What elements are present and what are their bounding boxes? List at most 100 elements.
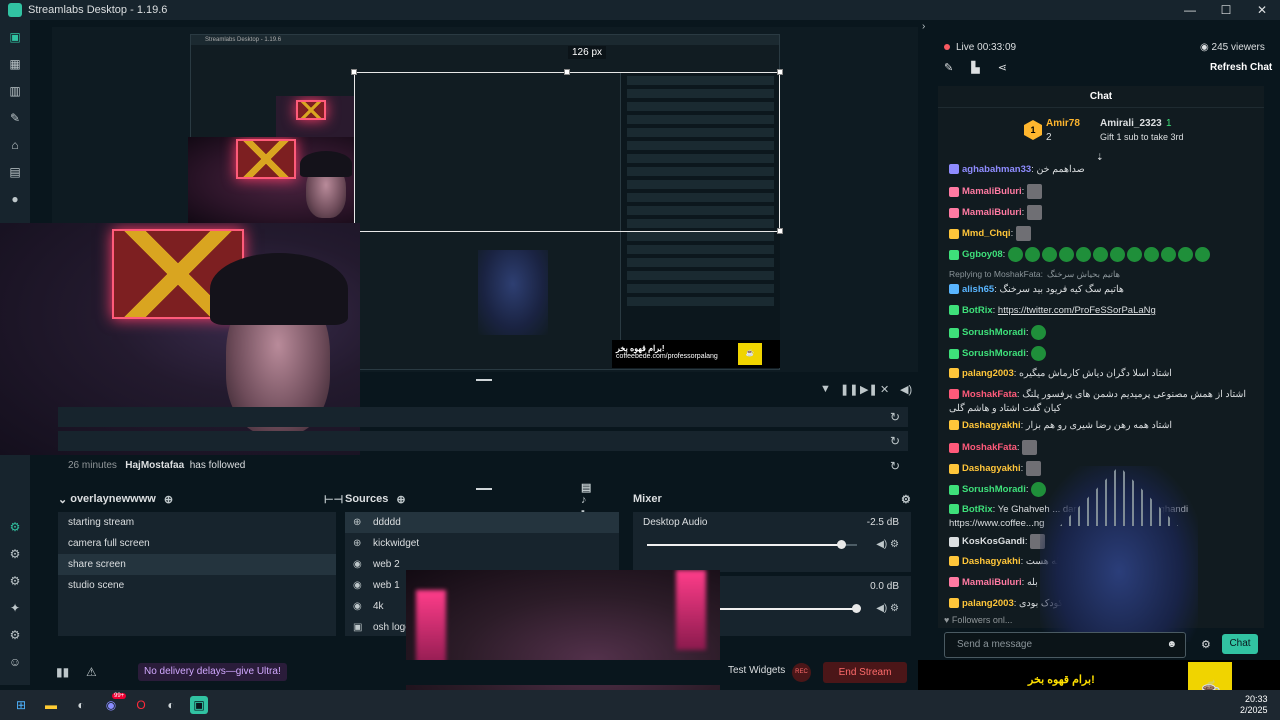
live-label: Live — [956, 42, 975, 53]
refresh-chat-button[interactable]: Refresh Chat — [1210, 62, 1272, 73]
webcam-icon: ◉ — [353, 559, 362, 570]
tools-icon[interactable]: ✦ — [0, 595, 30, 622]
card-icon[interactable]: ▙ — [971, 61, 979, 74]
stats-icon[interactable]: ▮▮ — [56, 665, 69, 679]
windows-icon[interactable]: ⊞ — [12, 696, 30, 714]
chat-username[interactable]: aghabahman33 — [962, 164, 1031, 175]
transitions-icon[interactable]: ⊢⊣ — [324, 493, 343, 506]
share-icon[interactable]: ⋖ — [998, 61, 1007, 74]
user-icon[interactable]: ☺ — [0, 649, 30, 676]
chat-message: aghabahman33: صداهمم خن — [949, 160, 1264, 181]
media-icon[interactable]: ▤ — [0, 159, 30, 186]
mute-icon[interactable]: ◀) ⚙ — [876, 539, 899, 550]
chat-send-button[interactable]: Chat — [1222, 634, 1258, 654]
chat-username[interactable]: alish65 — [962, 284, 994, 295]
edit-icon[interactable]: ✎ — [944, 61, 953, 74]
chat-username[interactable]: Dashagyakhi — [962, 463, 1021, 474]
chat-username[interactable]: SorushMoradi — [962, 327, 1026, 338]
resize-handle[interactable] — [777, 69, 783, 75]
minimize-button[interactable]: — — [1172, 0, 1208, 20]
chat-username[interactable]: Dashagyakhi — [962, 420, 1021, 431]
source-item[interactable]: ⊕ kickwidget — [345, 533, 619, 554]
ultra-promo[interactable]: No delivery delays—give Ultra! — [138, 663, 287, 681]
chat-username[interactable]: BotRix — [962, 504, 993, 515]
replay-icon[interactable]: ↻ — [890, 434, 900, 448]
goal-count1: 2 — [1046, 132, 1052, 143]
mute-alerts-icon[interactable]: ✕ — [880, 383, 889, 396]
widget-icon[interactable]: ⚙ — [0, 541, 30, 568]
settings-icon[interactable]: ⚙ — [0, 622, 30, 649]
resize-handle[interactable] — [351, 69, 357, 75]
filter-icon[interactable]: ▼ — [820, 383, 831, 395]
chat-settings-icon[interactable]: ⚙ — [1201, 638, 1211, 651]
settings-2-icon[interactable]: ⚙ — [0, 568, 30, 595]
source-item[interactable]: ⊕ ddddd — [345, 512, 619, 533]
streamlabs-logo-icon — [8, 3, 22, 17]
user-badge-icon — [949, 420, 959, 431]
resize-handle[interactable] — [777, 228, 783, 234]
scene-item[interactable]: studio scene — [58, 575, 336, 596]
emoji-icon[interactable]: ☻ — [1166, 633, 1177, 657]
chat-link[interactable]: https://twitter.com/ProFeSSorPaLaNg — [998, 305, 1156, 316]
chat-username[interactable]: KosKosGandi — [962, 536, 1025, 547]
collapse-chevron-icon[interactable]: › — [922, 21, 925, 32]
steam-2-icon[interactable]: ◐ — [162, 696, 180, 714]
scene-collection-title[interactable]: overlaynewwww — [70, 493, 156, 505]
scene-item[interactable]: share screen — [58, 554, 336, 575]
mixer-settings-icon[interactable]: ⚙ — [901, 493, 911, 506]
chat-username[interactable]: Dashagyakhi — [962, 556, 1021, 567]
streamlabs-icon[interactable]: ▣ — [190, 696, 208, 714]
files-icon[interactable]: ▬ — [42, 696, 60, 714]
globe-icon: ⊕ — [353, 517, 362, 528]
dashboard-icon[interactable]: ▦ — [0, 51, 30, 78]
app-icon[interactable]: ⚙ — [0, 514, 30, 541]
chat-input[interactable]: Send a message ☻ — [944, 632, 1186, 658]
close-button[interactable]: ✕ — [1244, 0, 1280, 20]
followers-only: ♥ Followers onl... — [944, 615, 1012, 625]
opera-icon[interactable]: O — [132, 696, 150, 714]
layout-icon[interactable]: ▥ — [0, 78, 30, 105]
webcam-icon: ◉ — [353, 601, 362, 612]
mute-icon[interactable]: ◀) ⚙ — [876, 603, 899, 614]
replay-icon[interactable]: ↻ — [890, 459, 900, 473]
chat-username[interactable]: BotRix — [962, 305, 993, 316]
store-icon[interactable]: ⌂ — [0, 132, 30, 159]
replay-icon[interactable]: ↻ — [890, 410, 900, 424]
chat-username[interactable]: Ggboy08 — [962, 249, 1003, 260]
chat-username[interactable]: MamaliBuluri — [962, 577, 1022, 588]
mixer-title: Mixer — [633, 493, 662, 505]
scene-item[interactable]: camera full screen — [58, 533, 336, 554]
chevron-down-icon[interactable]: ⌄ — [58, 493, 67, 506]
end-stream-button[interactable]: End Stream — [823, 662, 907, 683]
record-button[interactable]: REC — [792, 663, 811, 682]
chat-username[interactable]: palang2003 — [962, 368, 1014, 379]
skip-icon[interactable]: ▶❚ — [860, 383, 878, 396]
play-icon[interactable]: ● — [0, 186, 30, 213]
chat-username[interactable]: MoshakFata — [962, 442, 1017, 453]
chat-username[interactable]: MamaliBuluri — [962, 186, 1022, 197]
test-widgets-button[interactable]: Test Widgets — [728, 665, 785, 676]
chat-username[interactable]: SorushMoradi — [962, 348, 1026, 359]
chat-username[interactable]: MamaliBuluri — [962, 207, 1022, 218]
themes-icon[interactable]: ✎ — [0, 105, 30, 132]
add-source-icon[interactable]: ⊕ — [396, 493, 405, 506]
steam-icon[interactable]: ◐ — [72, 696, 90, 714]
emote-icon — [1109, 247, 1125, 262]
studio-icon[interactable]: ▣ — [0, 24, 30, 51]
maximize-button[interactable]: ☐ — [1208, 0, 1244, 20]
chat-username[interactable]: Mmd_Chqi — [962, 228, 1011, 239]
scene-item[interactable]: starting stream — [58, 512, 336, 533]
pause-icon[interactable]: ❚❚ — [840, 383, 858, 396]
chat-username[interactable]: MoshakFata — [962, 389, 1017, 400]
add-scene-icon[interactable]: ⊕ — [164, 493, 173, 506]
chat-username[interactable]: SorushMoradi — [962, 484, 1026, 495]
sub-goal: 1 Amir78 2 Amirali_2323 1 Gift 1 sub to … — [1024, 114, 1204, 150]
volume-slider[interactable] — [647, 540, 857, 549]
selection-box[interactable] — [351, 69, 783, 234]
chat-username[interactable]: palang2003 — [962, 598, 1014, 609]
resize-handle[interactable] — [564, 69, 570, 75]
alert-icon[interactable]: ⚠ — [86, 665, 97, 679]
system-clock[interactable]: 20:33 2/2025 — [1240, 694, 1268, 716]
user-badge-icon — [949, 284, 959, 295]
volume-icon[interactable]: ◀) — [900, 383, 912, 396]
